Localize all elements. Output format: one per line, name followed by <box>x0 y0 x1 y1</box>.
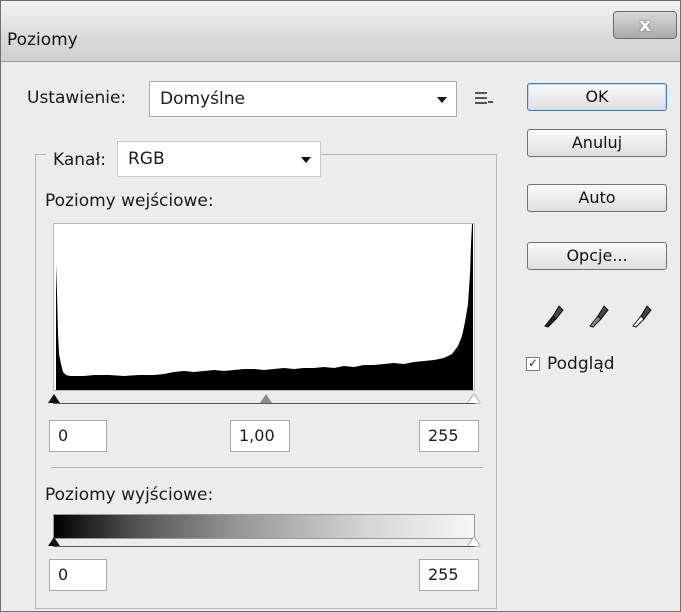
output-white-slider[interactable] <box>468 537 480 546</box>
input-white-slider[interactable] <box>468 394 480 403</box>
title-bar[interactable]: Poziomy x <box>1 1 680 62</box>
channel-value: RGB <box>128 149 165 169</box>
input-gamma-slider[interactable] <box>260 394 272 403</box>
output-gradient-bar <box>53 514 475 539</box>
window-title: Poziomy <box>7 30 78 50</box>
input-white-field[interactable]: 255 <box>419 420 479 452</box>
input-black-field[interactable]: 0 <box>49 420 107 452</box>
input-black-slider[interactable] <box>48 394 60 403</box>
input-levels-label: Poziomy wejściowe: <box>45 191 214 211</box>
close-button[interactable]: x <box>613 11 677 39</box>
preview-label: Podgląd <box>547 354 615 374</box>
output-white-field[interactable]: 255 <box>419 559 479 591</box>
white-point-eyedropper-icon[interactable] <box>629 302 653 328</box>
input-gamma-field[interactable]: 1,00 <box>230 420 290 452</box>
preset-select[interactable]: Domyślne <box>149 81 457 117</box>
auto-button[interactable]: Auto <box>527 184 667 212</box>
chevron-down-icon <box>301 157 311 163</box>
ok-button[interactable]: OK <box>527 83 667 111</box>
output-slider-track[interactable] <box>53 546 475 547</box>
preset-label: Ustawienie: <box>27 88 127 108</box>
preset-value: Domyślne <box>160 89 245 109</box>
levels-dialog: Poziomy x Ustawienie: Domyślne Kanał: RG… <box>0 0 681 612</box>
channel-label: Kanał: <box>53 150 107 170</box>
list-menu-icon[interactable] <box>475 91 493 107</box>
histogram-graph <box>56 224 473 390</box>
dialog-body: Ustawienie: Domyślne Kanał: RGB Poziomy … <box>1 62 680 611</box>
output-black-slider[interactable] <box>48 537 60 546</box>
gray-point-eyedropper-icon[interactable] <box>586 302 610 328</box>
preview-checkbox[interactable]: ✓ <box>526 357 540 371</box>
options-button[interactable]: Opcje... <box>527 242 667 270</box>
output-black-field[interactable]: 0 <box>49 559 107 591</box>
input-slider-track[interactable] <box>53 403 475 404</box>
channel-select[interactable]: RGB <box>117 141 321 177</box>
close-icon: x <box>639 14 651 36</box>
divider <box>51 467 483 468</box>
output-levels-label: Poziomy wyjściowe: <box>45 485 214 505</box>
histogram <box>53 223 475 391</box>
black-point-eyedropper-icon[interactable] <box>541 302 565 328</box>
chevron-down-icon <box>437 97 447 103</box>
cancel-button[interactable]: Anuluj <box>527 129 667 157</box>
